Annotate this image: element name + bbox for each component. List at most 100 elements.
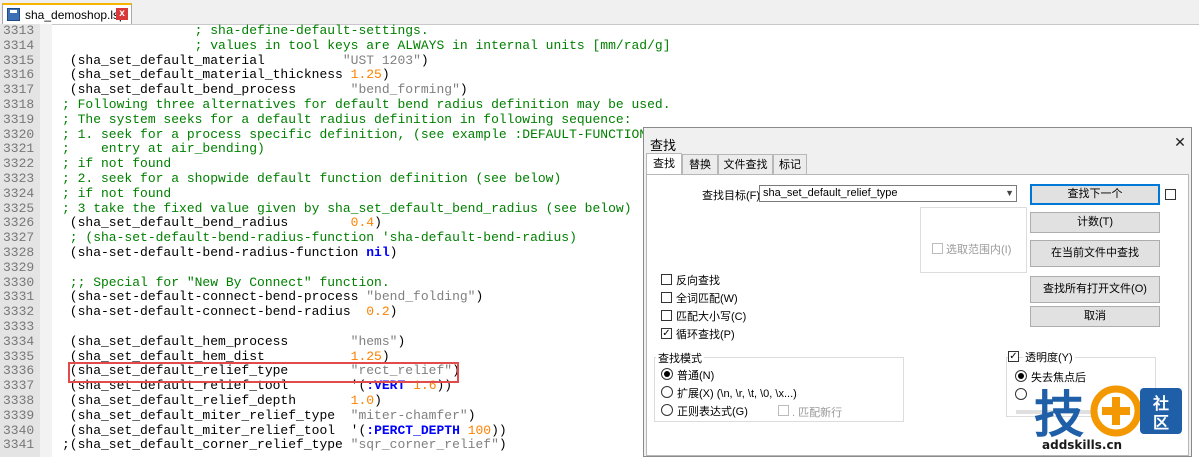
line-number: 3341 bbox=[3, 437, 35, 453]
mode-normal-radio[interactable] bbox=[661, 368, 673, 380]
line-number: 3321 bbox=[3, 141, 35, 157]
code-line[interactable]: 3318 ; Following three alternatives for d… bbox=[0, 97, 1199, 113]
wrap-around-checkbox[interactable]: ✓ bbox=[661, 328, 672, 339]
line-number: 3330 bbox=[3, 274, 35, 290]
mode-regex-radio[interactable] bbox=[661, 404, 673, 416]
code-text: ;; Special for "New By Connect" function… bbox=[62, 275, 390, 291]
code-token: nil bbox=[366, 244, 390, 260]
line-number: 3322 bbox=[3, 156, 35, 172]
code-token: (sha_set_default_miter_relief_type bbox=[62, 407, 351, 423]
code-token: ;(sha_set_default_corner_relief_type bbox=[62, 437, 351, 453]
transparency-label: 透明度(Y) bbox=[1023, 349, 1075, 365]
code-text: (sha_set_default_miter_relief_tool '(:PE… bbox=[62, 422, 507, 439]
in-selection-checkbox[interactable] bbox=[932, 243, 943, 254]
file-tab[interactable]: sha_demoshop.lsp x bbox=[2, 3, 132, 24]
line-number: 3337 bbox=[3, 378, 35, 394]
cancel-button[interactable]: 取消 bbox=[1030, 306, 1160, 327]
code-text: (sha_set_default_material_thickness 1.25… bbox=[62, 67, 390, 83]
line-number: 3340 bbox=[3, 422, 35, 438]
selection-group bbox=[920, 207, 1027, 273]
code-line[interactable]: 3313 ; sha-define-default-settings. bbox=[0, 23, 1199, 39]
code-line[interactable]: 3317 (sha_set_default_bend_process "bend… bbox=[0, 82, 1199, 98]
find-target-label: 查找目标(F) : bbox=[702, 190, 767, 202]
line-number: 3326 bbox=[3, 215, 35, 231]
code-token: (sha_set_default_material_thickness bbox=[62, 67, 351, 83]
reverse-checkbox[interactable] bbox=[661, 274, 672, 285]
code-text: (sha-set-default-bend-radius-function ni… bbox=[62, 244, 398, 261]
tab-find[interactable]: 查找 bbox=[646, 153, 682, 175]
find-in-current-button[interactable]: 在当前文件中查找 bbox=[1030, 240, 1160, 267]
count-button[interactable]: 计数(T) bbox=[1030, 212, 1160, 233]
find-input-value: sha_set_default_relief_type bbox=[763, 187, 898, 199]
line-number: 3317 bbox=[3, 82, 35, 98]
code-line[interactable]: 3319 ; The system seeks for a default rad… bbox=[0, 112, 1199, 128]
line-number: 3325 bbox=[3, 200, 35, 216]
code-token: ) bbox=[475, 289, 484, 305]
find-next-button[interactable]: 查找下一个 bbox=[1030, 184, 1160, 205]
line-number: 3339 bbox=[3, 407, 35, 423]
code-token: (sha-set-default-connect-bend-process bbox=[62, 289, 367, 305]
code-token: ) bbox=[420, 52, 429, 68]
line-number: 3315 bbox=[3, 52, 35, 68]
whole-word-checkbox[interactable] bbox=[661, 292, 672, 303]
line-number: 3327 bbox=[3, 230, 35, 246]
mode-regex-label: 正则表达式(G) bbox=[677, 406, 748, 418]
code-text: (sha_set_default_bend_process "bend_form… bbox=[62, 82, 468, 98]
line-number: 3323 bbox=[3, 170, 35, 186]
dot-newline-checkbox[interactable] bbox=[778, 405, 789, 416]
code-token: :PERCT_DEPTH bbox=[366, 422, 460, 438]
tab-replace[interactable]: 替换 bbox=[682, 154, 718, 174]
code-token: (sha_set_default_bend_process bbox=[62, 82, 351, 98]
code-text: (sha_set_default_bend_radius 0.4) bbox=[62, 215, 382, 231]
close-tab-icon[interactable]: x bbox=[116, 8, 128, 20]
mode-extended-radio[interactable] bbox=[661, 386, 673, 398]
close-icon[interactable]: ✕ bbox=[1172, 134, 1188, 150]
code-text: ; The system seeks for a default radius … bbox=[62, 112, 632, 128]
code-token: 1.25 bbox=[350, 67, 382, 83]
line-number: 3328 bbox=[3, 244, 35, 260]
code-text: ; (sha-set-default-bend-radius-function … bbox=[62, 230, 577, 246]
line-number: 3314 bbox=[3, 37, 35, 53]
code-token: (sha-set-default-bend-radius-function bbox=[62, 244, 367, 260]
code-text: ; 3 take the fixed value given by sha_se… bbox=[62, 201, 632, 217]
code-token: ; 1. seek for a process specific definit… bbox=[62, 126, 648, 142]
find-input[interactable]: sha_set_default_relief_type ▼ bbox=[759, 185, 1017, 202]
code-token: (sha_set_default_hem_process bbox=[62, 333, 351, 349]
code-line[interactable]: 3316 (sha_set_default_material_thickness… bbox=[0, 67, 1199, 83]
code-token: ; (sha-set-default-bend-radius-function … bbox=[62, 230, 577, 246]
always-radio[interactable] bbox=[1015, 388, 1027, 400]
code-text: (sha_set_default_relief_depth 1.0) bbox=[62, 393, 382, 409]
line-number: 3316 bbox=[3, 67, 35, 83]
transparency-checkbox[interactable]: ✓ bbox=[1008, 351, 1019, 362]
lose-focus-radio[interactable] bbox=[1015, 370, 1027, 382]
code-token: (sha-set-default-connect-bend-radius bbox=[62, 304, 367, 320]
watermark-site: addskills.cn bbox=[1042, 438, 1123, 452]
whole-word-label: 全词匹配(W) bbox=[676, 293, 738, 305]
line-number: 3335 bbox=[3, 348, 35, 364]
code-token: ; if not found bbox=[62, 185, 172, 201]
code-text: ; values in tool keys are ALWAYS in inte… bbox=[62, 38, 671, 54]
code-text: ; entry at air_bending) bbox=[62, 141, 265, 157]
code-text: (sha_set_default_hem_process "hems") bbox=[62, 333, 406, 350]
code-token: 0.2 bbox=[366, 304, 390, 320]
dialog-title: 查找 bbox=[650, 138, 677, 153]
chevron-down-icon[interactable]: ▼ bbox=[1005, 186, 1014, 201]
match-case-checkbox[interactable] bbox=[661, 310, 672, 321]
code-token: ; 2. seek for a shopwide default functio… bbox=[62, 170, 562, 186]
code-line[interactable]: 3315 (sha_set_default_material "UST 1203… bbox=[0, 52, 1199, 69]
code-token: ) bbox=[389, 304, 398, 320]
code-token: 0.4 bbox=[350, 215, 375, 231]
find-next-extra-checkbox[interactable] bbox=[1165, 189, 1176, 200]
code-token: ; entry at air_bending) bbox=[62, 141, 265, 157]
code-token: "hems" bbox=[350, 333, 398, 349]
tab-find-in-files[interactable]: 文件查找 bbox=[718, 154, 773, 174]
tab-mark[interactable]: 标记 bbox=[773, 154, 807, 174]
code-text: (sha-set-default-connect-bend-radius 0.2… bbox=[62, 304, 398, 320]
line-number: 3320 bbox=[3, 126, 35, 142]
logo-side-top: 社 bbox=[1152, 394, 1169, 413]
code-line[interactable]: 3314 ; values in tool keys are ALWAYS in… bbox=[0, 37, 1199, 54]
code-token: (sha_set_default_material bbox=[62, 52, 343, 68]
find-all-open-button[interactable]: 查找所有打开文件(O) bbox=[1030, 276, 1160, 303]
code-token: ) bbox=[397, 333, 406, 349]
